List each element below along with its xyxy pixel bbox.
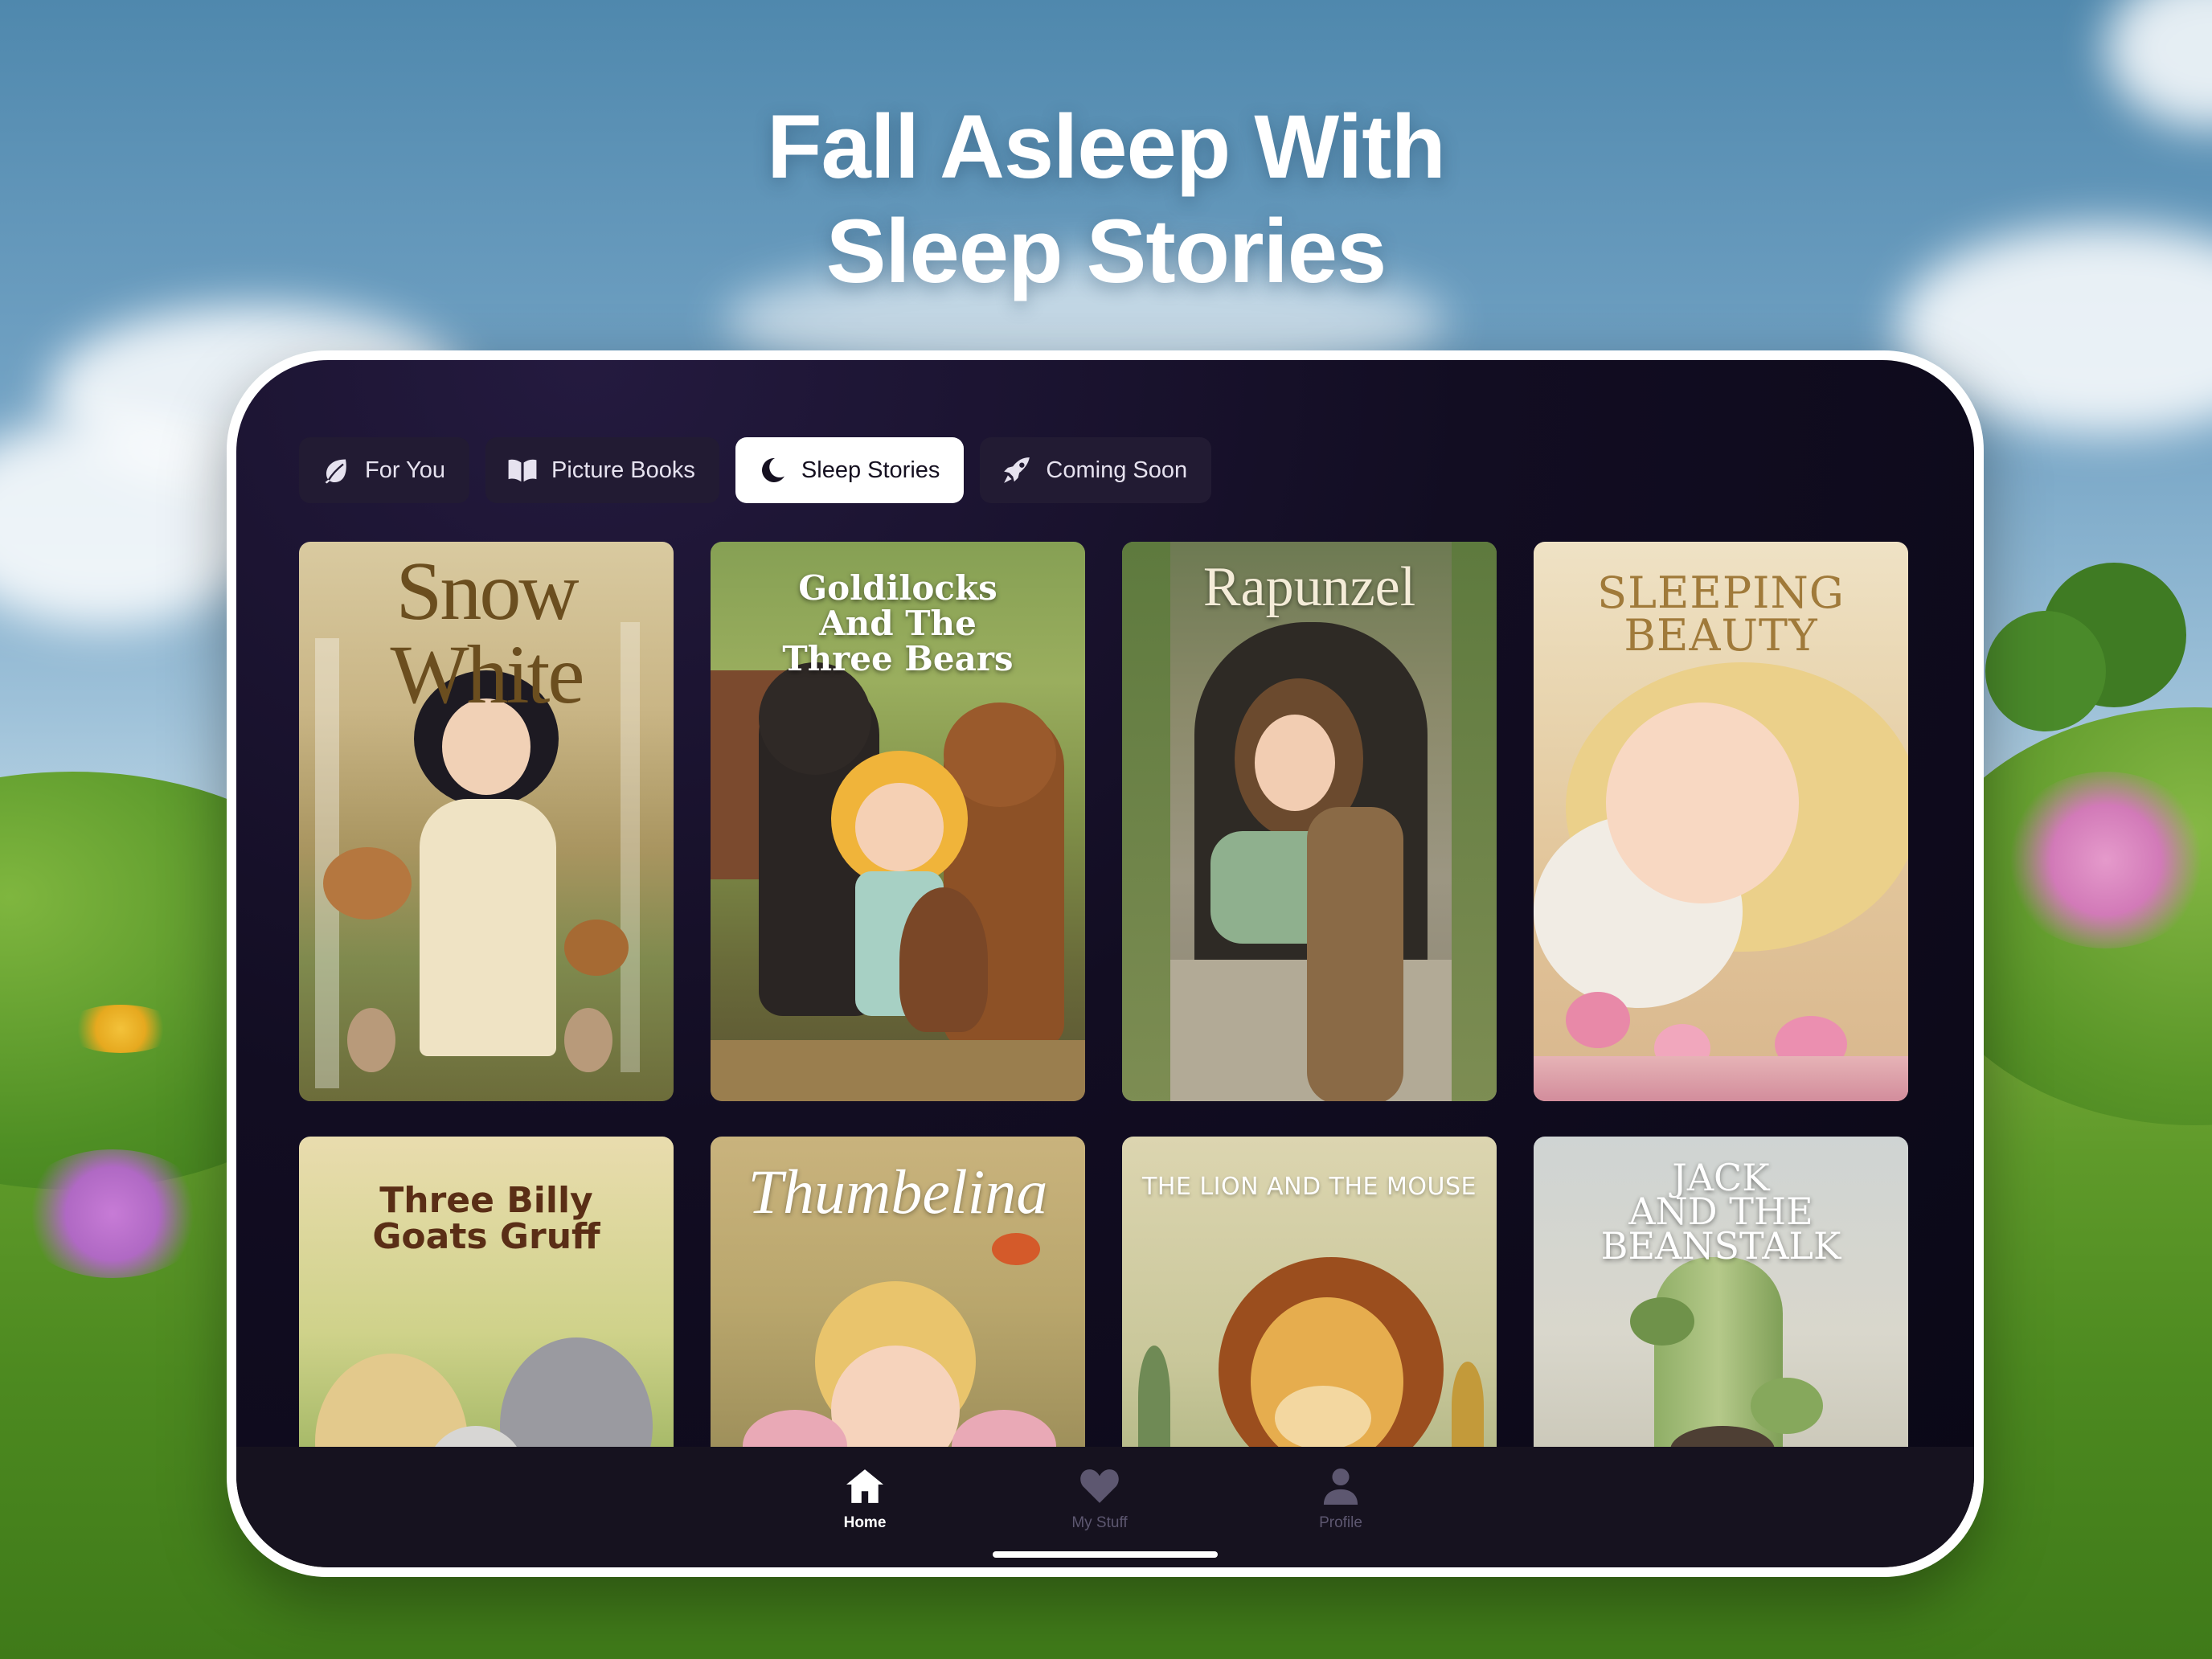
leaf-icon xyxy=(320,454,352,486)
heart-icon xyxy=(1079,1468,1120,1509)
category-tabs: For You Picture Books Sleep Stories Comi… xyxy=(299,437,1212,503)
flower-cluster xyxy=(64,1005,177,1053)
nav-profile[interactable]: Profile xyxy=(1292,1468,1389,1532)
story-title: Goldilocks And The Three Bears xyxy=(782,568,1014,679)
nav-home[interactable]: Home xyxy=(817,1468,913,1532)
story-title: JACK AND THE BEANSTALK xyxy=(1600,1156,1841,1268)
story-card-snow-white[interactable]: Snow White xyxy=(299,542,674,1101)
story-title: Thumbelina xyxy=(748,1157,1048,1227)
story-card-goldilocks[interactable]: Goldilocks And The Three Bears xyxy=(711,542,1085,1101)
story-card-sleeping-beauty[interactable]: SLEEPING BEAUTY xyxy=(1534,542,1908,1101)
story-title: SLEEPING BEAUTY xyxy=(1597,567,1845,661)
flower-cluster xyxy=(2001,772,2210,948)
tab-label: For You xyxy=(365,457,445,483)
story-title: Three Billy Goats Gruff xyxy=(372,1180,600,1257)
headline: Fall Asleep With Sleep Stories xyxy=(0,95,2212,304)
home-indicator[interactable] xyxy=(993,1551,1218,1558)
tab-for-you[interactable]: For You xyxy=(299,437,469,503)
tablet-device: For You Picture Books Sleep Stories Comi… xyxy=(227,350,1984,1577)
open-book-icon xyxy=(506,454,539,486)
nav-label: Home xyxy=(843,1514,887,1531)
tab-coming-soon[interactable]: Coming Soon xyxy=(980,437,1212,503)
person-icon xyxy=(1323,1468,1358,1509)
headline-line-2: Sleep Stories xyxy=(825,201,1387,301)
tab-label: Coming Soon xyxy=(1046,457,1188,483)
moon-icon xyxy=(756,454,789,486)
story-grid: Snow White Goldilocks And The Three Bear… xyxy=(299,542,1908,1567)
app-screen: For You Picture Books Sleep Stories Comi… xyxy=(236,360,1974,1567)
nav-label: Profile xyxy=(1319,1514,1362,1531)
nav-label: My Stuff xyxy=(1071,1514,1128,1531)
flower-cluster xyxy=(16,1149,209,1278)
tab-label: Picture Books xyxy=(551,457,695,483)
tree xyxy=(1985,611,2106,731)
story-title: Snow White xyxy=(390,545,584,721)
tab-sleep-stories[interactable]: Sleep Stories xyxy=(735,437,965,503)
home-icon xyxy=(844,1468,886,1509)
nav-my-stuff[interactable]: My Stuff xyxy=(1051,1468,1148,1532)
cover-art xyxy=(1122,542,1497,1101)
tab-label: Sleep Stories xyxy=(801,457,940,483)
story-title: THE LION AND THE MOUSE xyxy=(1142,1173,1477,1201)
story-card-rapunzel[interactable]: Rapunzel xyxy=(1122,542,1497,1101)
bottom-nav-bar: Home My Stuff Profile xyxy=(236,1447,1974,1567)
story-title: Rapunzel xyxy=(1202,556,1416,618)
headline-line-1: Fall Asleep With xyxy=(767,96,1446,197)
rocket-icon xyxy=(1001,454,1033,486)
tab-picture-books[interactable]: Picture Books xyxy=(485,437,719,503)
